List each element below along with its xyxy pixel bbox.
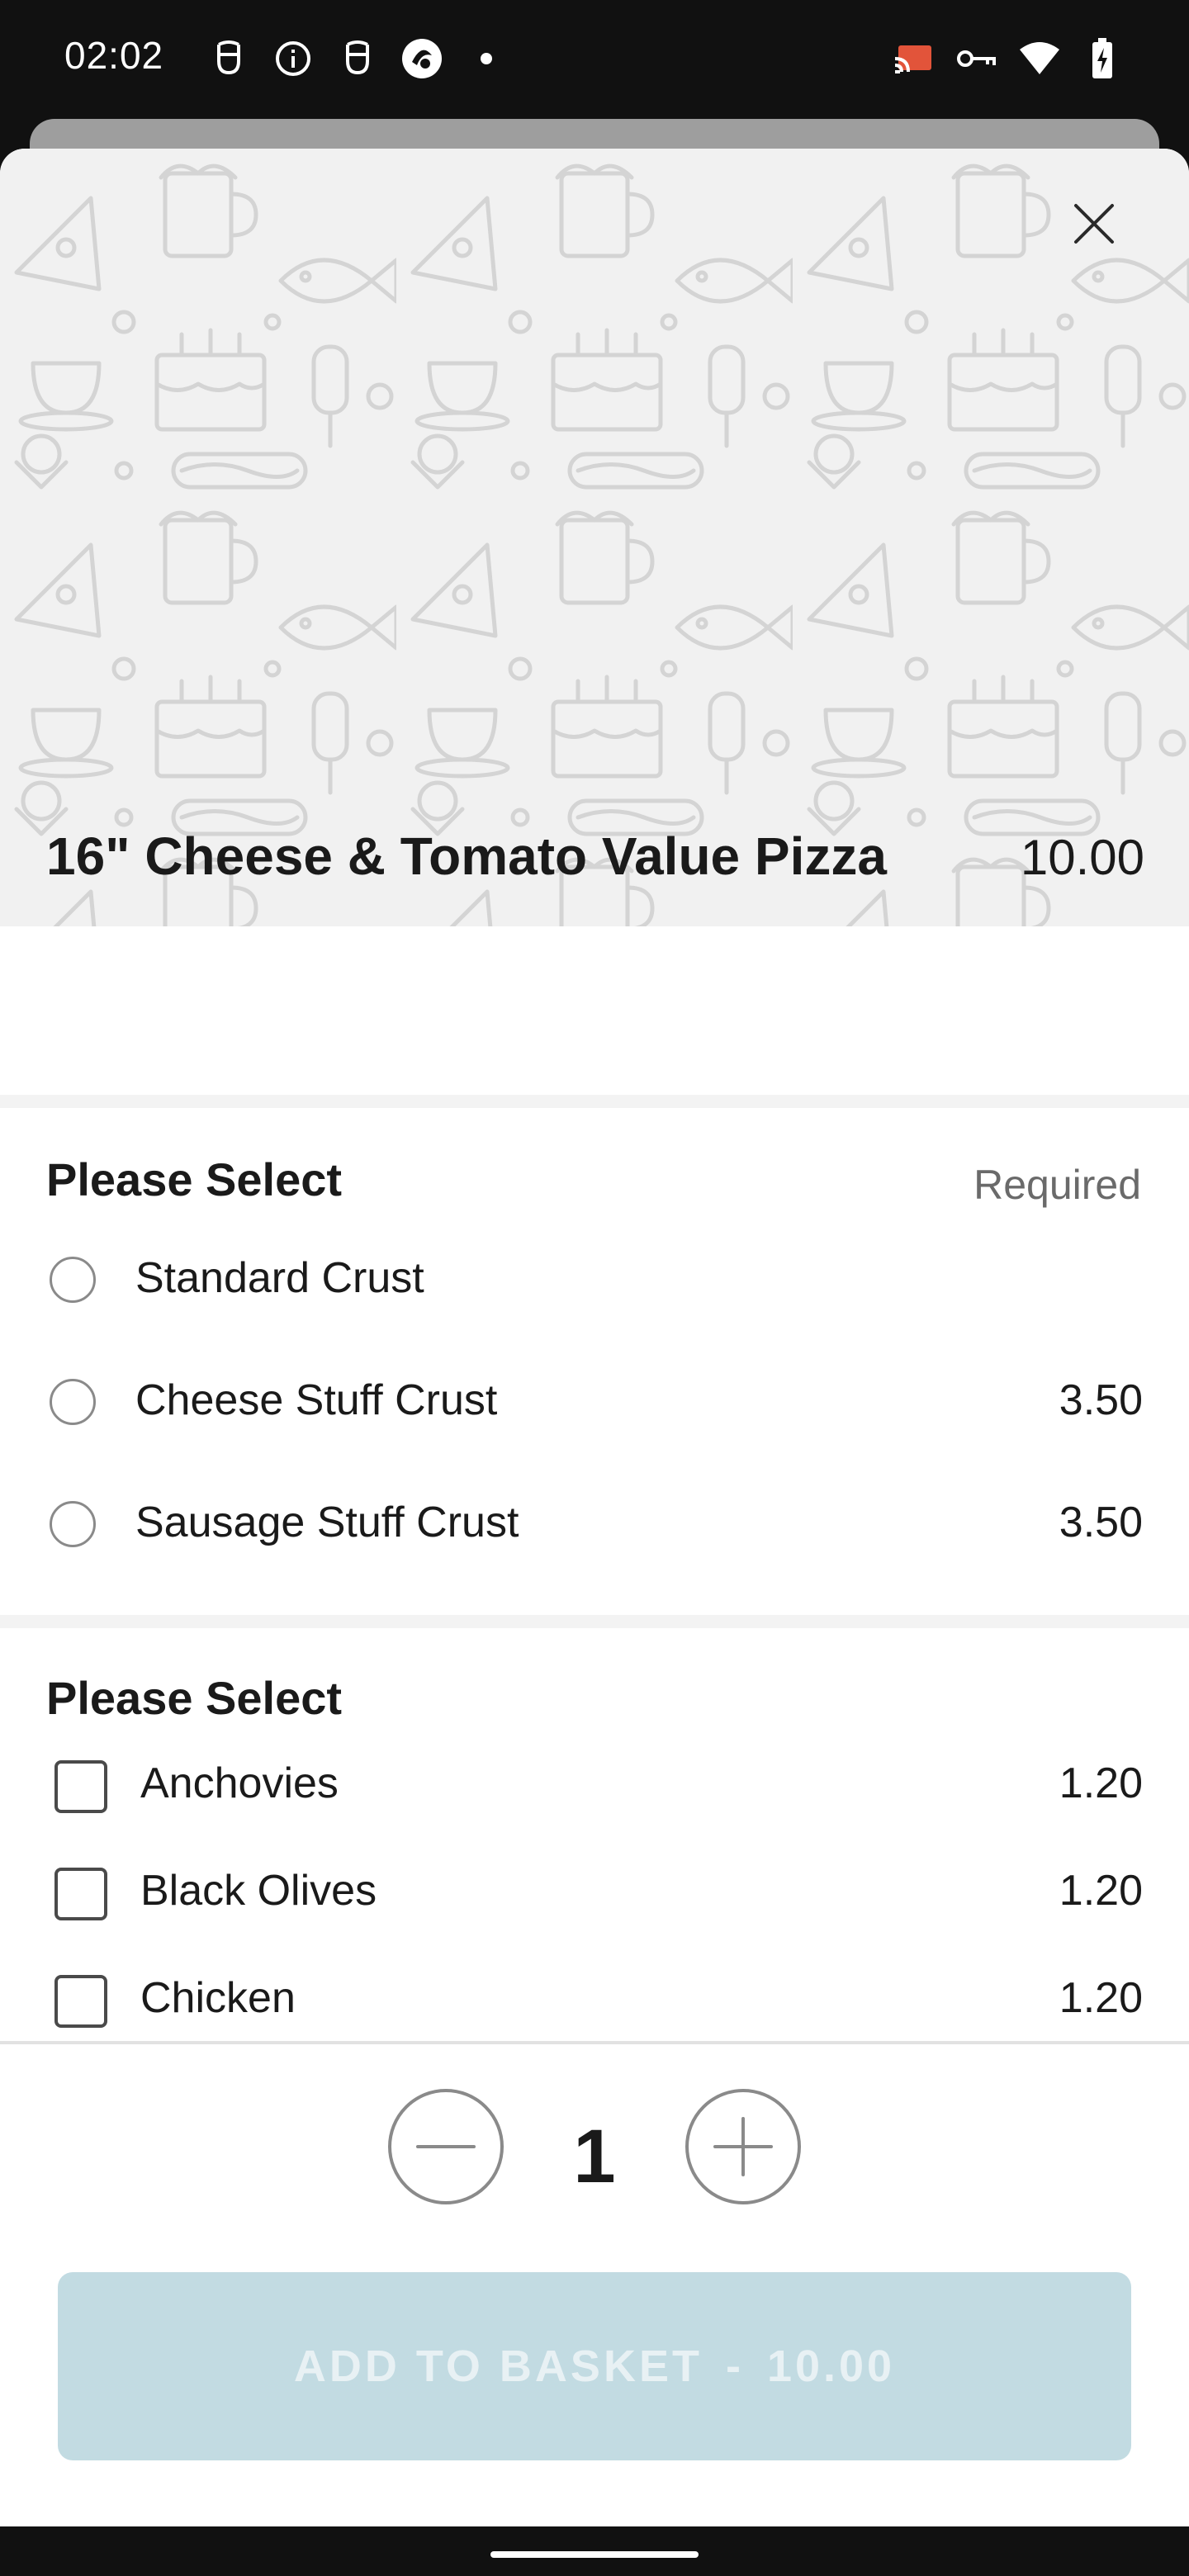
section-divider — [0, 1095, 1189, 1108]
status-bar: 02:02 — [0, 0, 1189, 119]
close-icon — [1074, 204, 1114, 244]
option-label: Cheese Stuff Crust — [135, 1376, 498, 1424]
add-to-basket-button[interactable]: ADD TO BASKET - 10.00 — [58, 2272, 1131, 2460]
wifi-icon — [1017, 36, 1062, 81]
option-price: 1.20 — [1059, 1974, 1143, 2022]
hand-icon — [335, 36, 380, 81]
checkbox[interactable] — [54, 1868, 107, 1920]
option-label: Standard Crust — [135, 1254, 424, 1302]
topping-option-anchovies[interactable]: Anchovies 1.20 — [0, 1740, 1189, 1831]
add-to-basket-separator: - — [725, 2342, 744, 2391]
option-label: Anchovies — [140, 1759, 339, 1807]
status-icons-left — [206, 36, 492, 81]
minus-icon — [416, 2145, 476, 2148]
topping-option-black-olives[interactable]: Black Olives 1.20 — [0, 1848, 1189, 1939]
toppings-section-title: Please Select — [46, 1672, 343, 1724]
option-label: Chicken — [140, 1974, 296, 2022]
product-price: 10.00 — [1020, 830, 1144, 885]
option-label: Black Olives — [140, 1867, 377, 1915]
notification-dot — [481, 53, 492, 64]
crust-section-title: Please Select — [46, 1153, 343, 1205]
info-icon — [271, 36, 315, 81]
radio-button[interactable] — [50, 1379, 96, 1425]
status-time: 02:02 — [64, 34, 164, 77]
product-name: 16" Cheese & Tomato Value Pizza — [46, 826, 887, 886]
radio-button[interactable] — [50, 1257, 96, 1303]
product-hero-image — [0, 149, 1189, 926]
option-price: 1.20 — [1059, 1759, 1143, 1807]
add-to-basket-label: ADD TO BASKET — [293, 2342, 703, 2391]
required-label: Required — [973, 1162, 1141, 1208]
quantity-value: 1 — [573, 2114, 616, 2199]
crust-option-standard[interactable]: Standard Crust — [0, 1235, 1189, 1326]
media-icon — [400, 36, 444, 81]
option-price: 3.50 — [1059, 1499, 1143, 1546]
checkbox[interactable] — [54, 1975, 107, 2028]
home-gesture-handle[interactable] — [490, 2551, 699, 2558]
decrease-quantity-button[interactable] — [388, 2089, 504, 2204]
plus-icon — [713, 2117, 773, 2176]
close-button[interactable] — [1065, 195, 1123, 253]
hand-icon — [206, 36, 251, 81]
cast-icon — [892, 36, 936, 81]
section-divider — [0, 1615, 1189, 1628]
crust-option-sausage-stuff[interactable]: Sausage Stuff Crust 3.50 — [0, 1480, 1189, 1570]
vpn-key-icon — [955, 36, 999, 81]
battery-charging-icon — [1080, 36, 1125, 81]
food-doodle-pattern — [0, 149, 1189, 926]
status-icons-right — [892, 36, 1125, 81]
option-price: 1.20 — [1059, 1867, 1143, 1915]
radio-button[interactable] — [50, 1501, 96, 1547]
topping-option-chicken[interactable]: Chicken 1.20 — [0, 1955, 1189, 2046]
increase-quantity-button[interactable] — [685, 2089, 801, 2204]
crust-option-cheese-stuff[interactable]: Cheese Stuff Crust 3.50 — [0, 1357, 1189, 1448]
option-price: 3.50 — [1059, 1376, 1143, 1424]
option-label: Sausage Stuff Crust — [135, 1499, 519, 1546]
checkbox[interactable] — [54, 1760, 107, 1813]
bottom-action-panel: 1 ADD TO BASKET - 10.00 — [0, 2041, 1189, 2526]
add-to-basket-price: 10.00 — [766, 2342, 896, 2391]
